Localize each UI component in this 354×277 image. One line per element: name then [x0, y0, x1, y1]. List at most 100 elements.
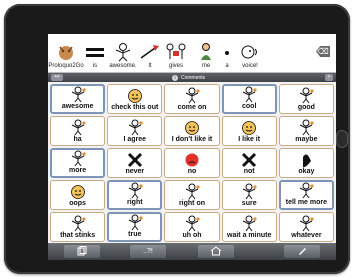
grid-button-label: good [297, 104, 315, 111]
punctuation-button[interactable]: ..?! [130, 245, 166, 258]
hand-icon [303, 154, 312, 167]
bottom-toolbar: ..?! [48, 243, 336, 260]
grid-button-label: tell me more [285, 199, 328, 206]
grid-button[interactable]: I don't like it [164, 116, 220, 146]
grid-button[interactable]: uh oh [164, 212, 220, 242]
person-icon [128, 182, 143, 199]
app-screen: Proloquo2Go is awesome. It gives me a vo… [48, 34, 336, 260]
person-icon [201, 43, 211, 60]
message-token[interactable]: It [140, 36, 160, 70]
grid-button[interactable]: oops [50, 180, 106, 210]
edit-button[interactable] [284, 245, 320, 258]
backspace-icon[interactable]: ⌫ [316, 46, 330, 57]
grid-button-label: I like it [238, 136, 261, 143]
x-icon [127, 152, 142, 168]
person-icon [128, 214, 143, 231]
speech-icon [241, 45, 257, 59]
grid-button-label: come on [177, 104, 207, 111]
grid-button[interactable]: I agree [107, 116, 163, 146]
person-icon [300, 182, 314, 199]
person-icon [185, 215, 200, 232]
pages-menu-button[interactable]: ••• [51, 74, 63, 81]
message-token-label: Proloquo2Go [48, 63, 84, 69]
grid-button[interactable]: true [107, 212, 163, 242]
grid-button[interactable]: cool [221, 84, 277, 114]
person-icon [242, 86, 257, 103]
add-page-button[interactable]: + [325, 74, 333, 81]
person-icon [300, 215, 314, 232]
grid-button[interactable]: okay [278, 148, 334, 178]
grid-button-label: no [187, 168, 197, 175]
grid-button[interactable]: check this out [107, 84, 163, 114]
grid-button[interactable]: good [278, 84, 334, 114]
grid-button[interactable]: sure [221, 180, 277, 210]
grid-button[interactable]: whatever [278, 212, 334, 242]
grid-button-label: I don't like it [171, 136, 213, 143]
grid-button[interactable]: not [221, 148, 277, 178]
grid-button[interactable]: right on [164, 180, 220, 210]
person-icon [300, 87, 314, 104]
message-token[interactable]: me [194, 36, 218, 70]
grid-button-label: more [69, 167, 87, 174]
grid-button[interactable]: wait a minute [221, 212, 277, 242]
pointing-icon [140, 45, 159, 59]
grid-button-label: okay [298, 168, 315, 175]
person-icon [71, 215, 86, 232]
person-icon [128, 119, 143, 136]
message-token[interactable]: a [220, 36, 234, 70]
message-token-label: gives [168, 63, 183, 69]
grid-button[interactable]: awesome [50, 84, 106, 114]
grid-button-label: right [127, 199, 143, 206]
message-token-label: voice! [242, 63, 258, 69]
info-icon: i [172, 74, 178, 81]
message-token-label: awesome. [109, 63, 137, 69]
person-icon [242, 183, 257, 200]
grid-button-label: uh oh [182, 232, 202, 239]
page-title: Comments [181, 74, 206, 81]
page-title-group[interactable]: i Comments [172, 73, 205, 82]
grid-button[interactable]: that stinks [50, 212, 106, 242]
home-button[interactable] [336, 130, 348, 148]
grid-button[interactable]: more [50, 148, 106, 178]
grid-button-label: I agree [123, 136, 147, 143]
grid-button-label: maybe [295, 136, 318, 143]
grid-button-label: right on [178, 200, 206, 207]
grid-button-label: sure [241, 200, 257, 207]
page-bar: ••• i Comments + [48, 73, 336, 82]
grid-button[interactable]: right [107, 180, 163, 210]
pages-button[interactable] [64, 245, 100, 258]
grid-button[interactable]: ha [50, 116, 106, 146]
grid-button-label: ha [73, 136, 82, 143]
message-token-label: a [225, 63, 229, 69]
person-icon [71, 119, 86, 136]
grid-button[interactable]: tell me more [278, 180, 334, 210]
message-token[interactable]: Proloquo2Go [48, 36, 84, 70]
grid-button[interactable]: come on [164, 84, 220, 114]
grid-button-label: true [128, 231, 142, 238]
message-token-label: It [148, 63, 152, 69]
grid-button[interactable]: no [164, 148, 220, 178]
pencil-icon [299, 248, 306, 255]
grid-button-label: awesome [61, 103, 94, 110]
message-token[interactable]: is [84, 36, 106, 70]
message-bar[interactable]: Proloquo2Go is awesome. It gives me a vo… [48, 34, 336, 73]
message-token[interactable]: awesome. [108, 36, 138, 70]
grid-button[interactable]: never [107, 148, 163, 178]
message-token[interactable]: voice! [236, 36, 264, 70]
person-icon [185, 183, 200, 200]
dot-icon [225, 51, 229, 55]
grid-button-label: whatever [291, 232, 322, 239]
pages-icon [77, 246, 87, 256]
grid-button-label: never [125, 168, 145, 175]
person-icon [300, 119, 314, 136]
grid-button[interactable]: I like it [221, 116, 277, 146]
message-token[interactable]: gives [160, 36, 192, 70]
face-icon [127, 89, 142, 103]
grid-button[interactable]: maybe [278, 116, 334, 146]
person-icon [71, 86, 86, 103]
home-icon [210, 246, 222, 256]
red-face-icon [185, 153, 199, 167]
home-nav-button[interactable] [198, 245, 234, 258]
gives-icon [166, 43, 186, 59]
grid-button-label: that stinks [60, 232, 96, 239]
